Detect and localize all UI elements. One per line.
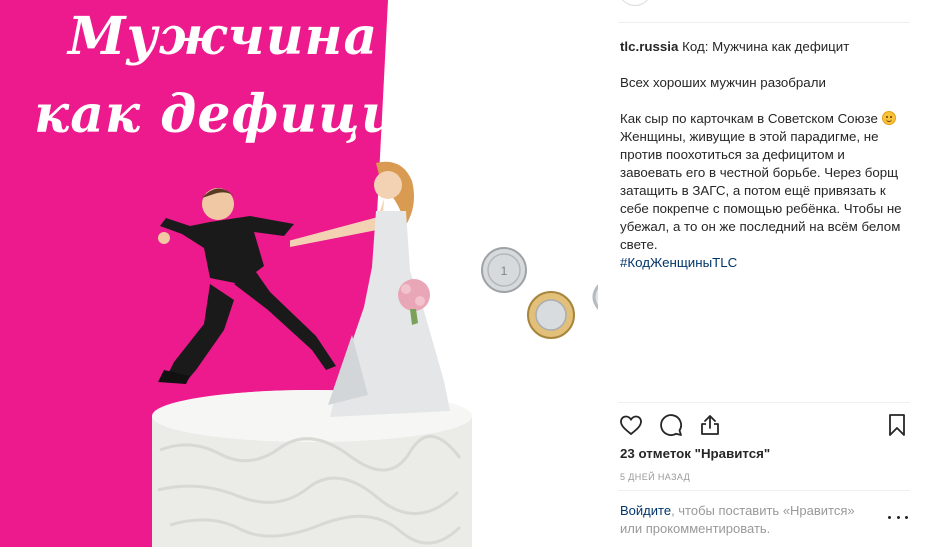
more-dot-icon [888,515,891,519]
post-caption: tlc.russia Код: Мужчина как дефицит Всех… [620,38,910,272]
post-image: Мужчина как дефицит 1 [0,0,598,547]
actions-divider [618,402,910,403]
coin-3 [592,284,598,310]
share-button[interactable] [695,410,725,440]
caption-body-end: Женщины, живущие в этой парадигме, не пр… [620,129,902,252]
image-title-line-2: как дефицит [34,84,456,145]
login-link[interactable]: Войдите [620,503,671,518]
save-button[interactable] [882,410,912,440]
coin-1: 1 [481,247,527,293]
more-dot-icon [896,515,900,519]
hashtag-link[interactable]: #КодЖенщиныTLC [620,254,910,272]
svg-text:1: 1 [501,264,508,278]
post-panel: tlc.russia Код: Мужчина как дефицит Всех… [598,0,930,547]
post-timestamp: 5 ДНЕЙ НАЗАД [620,472,691,482]
coin-2 [527,291,575,339]
comment-button[interactable] [656,410,686,440]
avatar[interactable] [618,0,652,6]
more-options-button[interactable] [888,510,908,524]
caption-line-1: Всех хороших мужчин разобрали [620,75,826,90]
bookmark-icon [889,414,905,436]
smile-emoji-icon [881,111,896,125]
username-link[interactable]: tlc.russia [620,39,678,54]
more-dot-icon [905,515,908,519]
like-button[interactable] [616,410,646,440]
caption-body-start: Как сыр по карточкам в Советском Союзе [620,111,882,126]
caption-title: Код: Мужчина как дефицит [682,39,850,54]
login-prompt: Войдите, чтобы поставить «Нравится» или … [620,502,876,538]
share-icon [701,415,719,435]
image-title-line-1: Мужчина [68,6,379,67]
header-divider [618,22,910,23]
bride-figure [290,161,450,417]
comment-icon [660,414,682,436]
heart-icon [620,415,642,436]
likes-count[interactable]: 23 отметок "Нравится" [620,446,770,461]
footer-divider [618,490,910,491]
